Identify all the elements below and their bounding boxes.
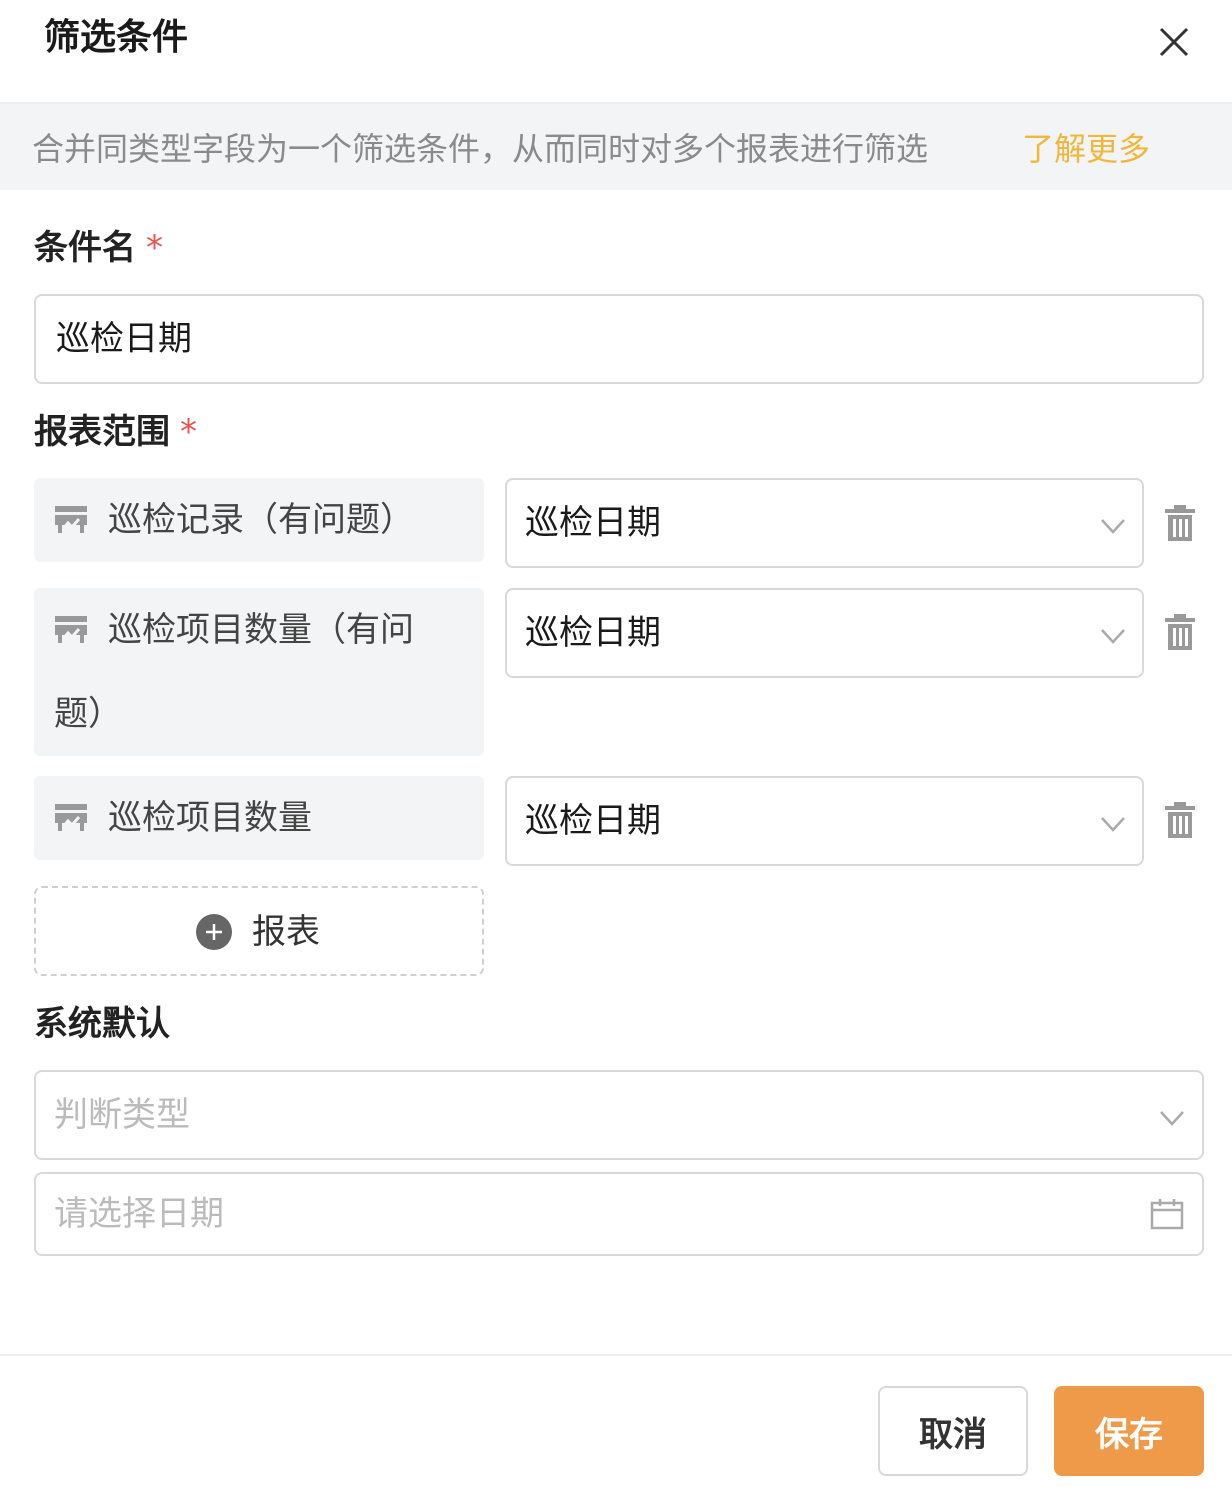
close-icon xyxy=(1159,27,1189,57)
learn-more-link[interactable]: 了解更多 xyxy=(1022,125,1150,173)
field-select-value: 巡检日期 xyxy=(525,503,661,543)
report-chip: 巡检记录（有问题） xyxy=(34,478,484,562)
required-mark: * xyxy=(180,412,197,452)
close-button[interactable] xyxy=(1150,18,1198,66)
cancel-button[interactable]: 取消 xyxy=(878,1386,1028,1476)
chevron-down-icon xyxy=(1101,817,1125,832)
delete-row-button[interactable] xyxy=(1163,613,1197,651)
condition-name-value: 巡检日期 xyxy=(56,319,192,359)
save-button[interactable]: 保存 xyxy=(1054,1386,1204,1476)
chevron-down-icon xyxy=(1101,519,1125,534)
report-scope-label-text: 报表范围 xyxy=(34,412,170,452)
required-mark: * xyxy=(146,228,163,268)
field-select[interactable]: 巡检日期 xyxy=(505,776,1144,866)
system-default-label: 系统默认 xyxy=(34,1004,170,1044)
report-name: 巡检项目数量（有问题） xyxy=(54,610,414,734)
dialog-title: 筛选条件 xyxy=(44,17,189,58)
date-picker[interactable]: 请选择日期 xyxy=(34,1172,1204,1256)
info-text: 合并同类型字段为一个筛选条件，从而同时对多个报表进行筛选 xyxy=(32,130,929,168)
add-report-button[interactable]: 报表 xyxy=(34,886,484,976)
report-chip: 巡检项目数量（有问题） xyxy=(34,588,484,756)
condition-name-label: 条件名 * xyxy=(34,224,163,272)
plus-circle-icon xyxy=(196,914,232,950)
report-name: 巡检项目数量 xyxy=(108,798,312,838)
judge-type-placeholder: 判断类型 xyxy=(54,1095,190,1135)
calendar-icon xyxy=(1150,1199,1184,1230)
condition-name-label-text: 条件名 xyxy=(34,228,136,268)
chevron-down-icon xyxy=(1101,629,1125,644)
field-select[interactable]: 巡检日期 xyxy=(505,588,1144,678)
condition-name-input[interactable]: 巡检日期 xyxy=(34,294,1204,384)
footer-divider xyxy=(0,1354,1232,1356)
judge-type-select[interactable]: 判断类型 xyxy=(34,1070,1204,1160)
date-placeholder: 请选择日期 xyxy=(54,1194,224,1234)
field-select-value: 巡检日期 xyxy=(525,801,661,841)
chevron-down-icon xyxy=(1160,1111,1184,1126)
report-name: 巡检记录（有问题） xyxy=(108,500,414,540)
field-select-value: 巡检日期 xyxy=(525,613,661,653)
field-select[interactable]: 巡检日期 xyxy=(505,478,1144,568)
report-scope-label: 报表范围 * xyxy=(34,408,197,456)
report-chip: 巡检项目数量 xyxy=(34,776,484,860)
delete-row-button[interactable] xyxy=(1163,801,1197,839)
delete-row-button[interactable] xyxy=(1163,504,1197,542)
add-report-label: 报表 xyxy=(252,912,320,952)
